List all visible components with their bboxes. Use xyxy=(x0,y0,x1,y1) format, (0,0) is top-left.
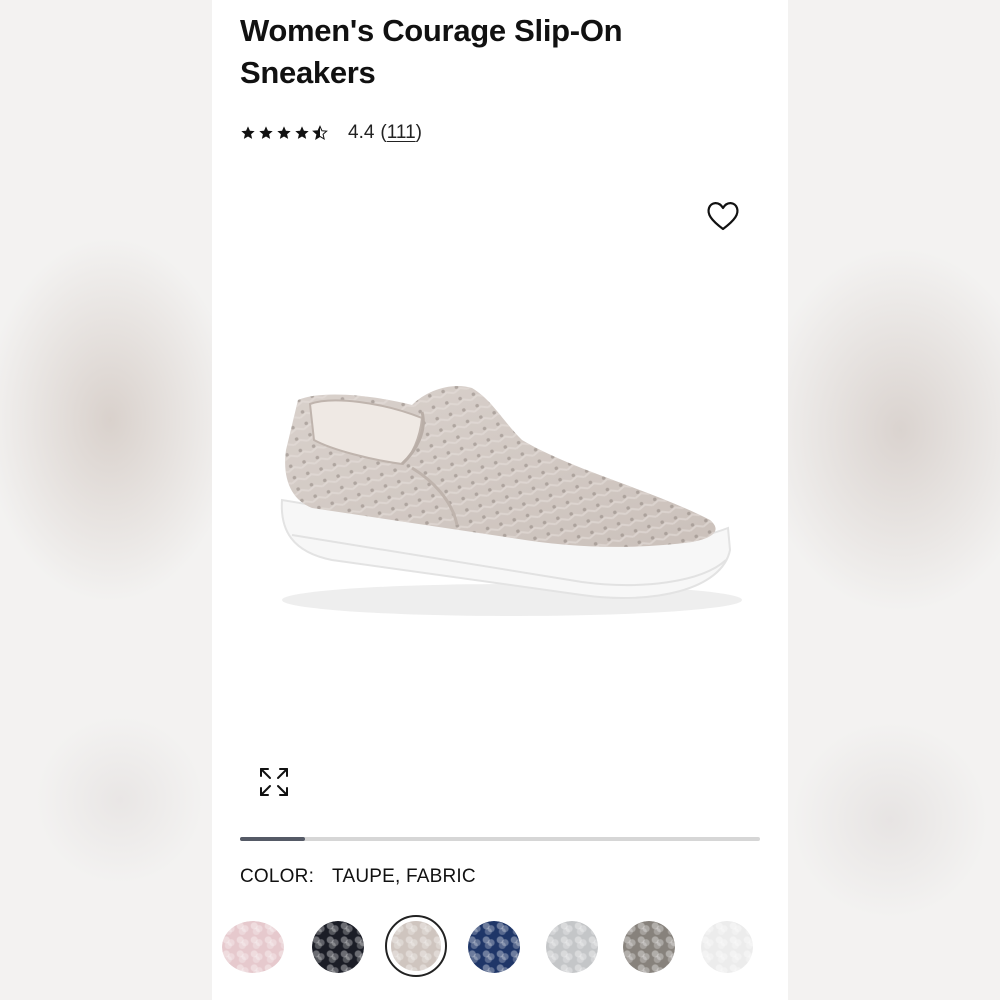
color-label: COLOR: xyxy=(240,866,315,887)
expand-arrows-icon[interactable] xyxy=(257,765,291,799)
swatch-fill xyxy=(468,921,520,973)
swatch-white[interactable] xyxy=(701,921,753,973)
selected-color-name: TAUPE, FABRIC xyxy=(332,866,476,887)
swatch-navy[interactable] xyxy=(468,921,520,973)
gallery-progress-fill xyxy=(240,837,305,841)
rating-summary[interactable]: 4.4 (111) xyxy=(240,120,422,146)
star-icon xyxy=(277,126,291,139)
swatch-black[interactable] xyxy=(312,921,364,973)
swatch-fill xyxy=(623,921,675,973)
swatch-fill xyxy=(701,921,753,973)
star-rating xyxy=(240,125,328,141)
color-swatches xyxy=(212,914,788,977)
swatch-light-grey[interactable] xyxy=(546,921,598,973)
gallery-progress-track xyxy=(240,837,760,841)
rating-value: 4.4 xyxy=(348,122,375,143)
rating-count-wrapper[interactable]: (111) xyxy=(380,122,422,144)
product-title: Women's Courage Slip-On Sneakers xyxy=(240,13,623,90)
swatch-fill xyxy=(391,921,441,971)
swatch-grey[interactable] xyxy=(623,921,675,973)
product-panel: Women's Courage Slip-On Sneakers 4.4 (11… xyxy=(212,0,788,1000)
half-star-icon xyxy=(312,125,328,140)
swatch-fill xyxy=(312,921,364,973)
star-icon xyxy=(259,126,273,139)
swatch-fill xyxy=(546,921,598,973)
swatch-taupe-selected[interactable] xyxy=(385,915,447,977)
rating-count-link[interactable]: 111 xyxy=(387,122,416,143)
color-selection: COLOR: TAUPE, FABRIC xyxy=(240,866,476,888)
star-icon xyxy=(241,126,255,139)
star-icon xyxy=(295,126,309,139)
swatch-blush[interactable] xyxy=(222,921,284,973)
product-image[interactable] xyxy=(252,360,752,630)
favorite-heart-icon[interactable] xyxy=(705,198,741,234)
swatch-fill xyxy=(222,921,284,973)
